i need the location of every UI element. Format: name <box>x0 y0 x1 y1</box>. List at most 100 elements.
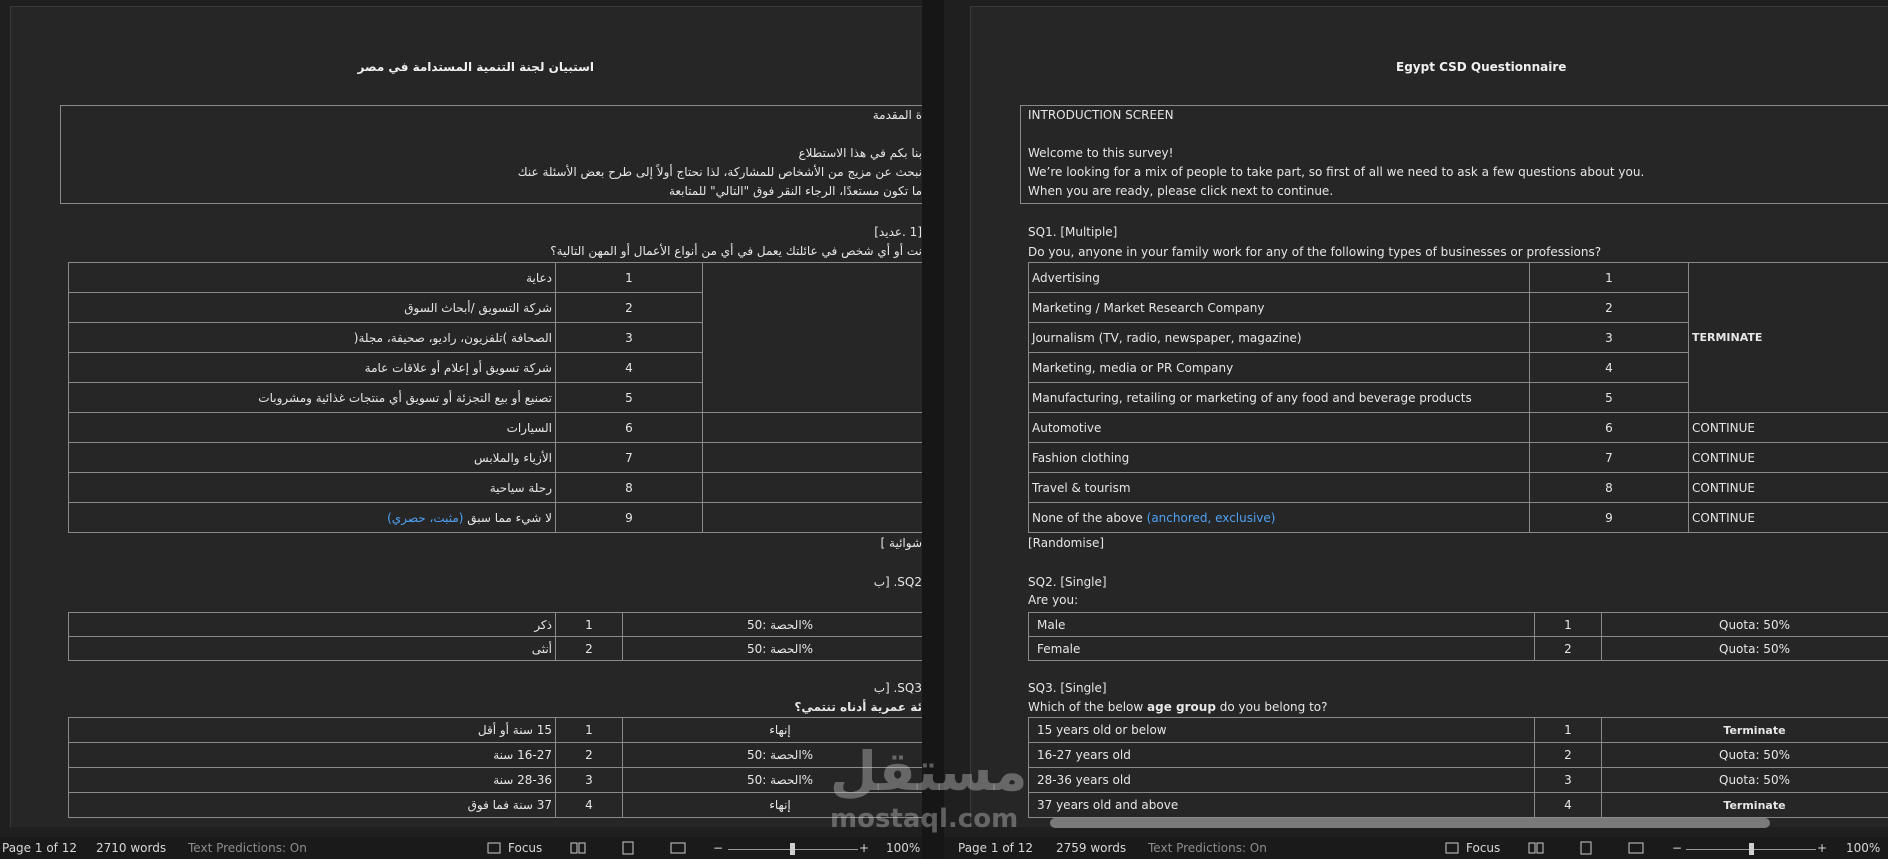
intro-line: When you are ready, please click next to… <box>1028 184 1334 198</box>
option-label: 15 سنة أو أقل <box>68 717 556 743</box>
option-label: دعاية <box>68 262 556 293</box>
outcome-cell: Terminate <box>1601 717 1888 743</box>
option-label: Fashion clothing <box>1028 442 1530 473</box>
option-code: 4 <box>1529 352 1689 383</box>
pane-divider[interactable] <box>922 0 944 859</box>
option-code: 3 <box>1534 767 1602 793</box>
outcome-cell: إنهاء <box>622 717 922 743</box>
focus-icon[interactable] <box>486 841 502 855</box>
merged-cell <box>702 262 922 413</box>
question-text: ئة عمرية أدناه تنتمي؟ <box>794 700 922 714</box>
option-label: Automotive <box>1028 412 1530 443</box>
option-code: 8 <box>555 472 703 503</box>
option-code: 7 <box>555 442 703 473</box>
question-head: [1 .عديد] <box>874 225 922 239</box>
read-mode-icon[interactable] <box>570 841 586 855</box>
option-code: 2 <box>1534 636 1602 661</box>
zoom-out-button[interactable]: − <box>1672 841 1682 855</box>
option-label: Female <box>1028 636 1535 661</box>
document-title: Egypt CSD Questionnaire <box>1396 60 1567 74</box>
option-note: (مثبت، حصري) <box>387 510 464 525</box>
option-label-text: لا شيء مما سبق <box>467 510 552 525</box>
right-document-pane[interactable]: Egypt CSD Questionnaire INTRODUCTION SCR… <box>944 0 1888 859</box>
zoom-level[interactable]: 100% <box>1846 841 1880 855</box>
status-bar: Page 1 of 12 2759 words Text Predictions… <box>944 837 1888 859</box>
option-label: Male <box>1028 612 1535 637</box>
intro-line: ة المقدمة <box>872 108 922 122</box>
question-head: SQ3. [ب <box>873 681 922 695</box>
option-label: السيارات <box>68 412 556 443</box>
question-text: Are you: <box>1028 593 1079 607</box>
option-code: 7 <box>1529 442 1689 473</box>
option-code: 3 <box>555 767 623 793</box>
zoom-in-button[interactable]: + <box>1817 841 1827 855</box>
question-text: Which of the below age group do you belo… <box>1028 700 1328 714</box>
option-code: 9 <box>1529 502 1689 533</box>
option-code: 1 <box>1529 262 1689 293</box>
intro-line: بنا بكم في هذا الاستطلاع <box>798 146 922 160</box>
page-count[interactable]: Page 1 of 12 <box>958 841 1033 855</box>
option-label-text: None of the above <box>1032 510 1143 525</box>
focus-button[interactable]: Focus <box>508 841 542 855</box>
word-count[interactable]: 2759 words <box>1056 841 1126 855</box>
sq2-table: Male 1 Quota: 50% Female 2 Quota: 50% <box>1028 612 1888 661</box>
web-layout-icon[interactable] <box>670 841 686 855</box>
focus-icon[interactable] <box>1444 841 1460 855</box>
option-label: الأزياء والملابس <box>68 442 556 473</box>
option-code: 1 <box>1534 717 1602 743</box>
quota-cell: Quota: 50% <box>1601 636 1888 661</box>
randomise-note: [Randomise] <box>1028 536 1105 550</box>
quota-cell: 50: الحصة% <box>622 612 922 637</box>
option-label: 15 years old or below <box>1028 717 1535 743</box>
sq3-table: 15 years old or below 1 Terminate 16-27 ye… <box>1028 717 1888 818</box>
terminate-cell: TERMINATE <box>1688 262 1888 413</box>
option-code: 2 <box>555 636 623 661</box>
option-label: لا شيء مما سبق (مثبت، حصري) <box>68 502 556 533</box>
word-count[interactable]: 2710 words <box>96 841 166 855</box>
print-layout-icon[interactable] <box>620 841 636 855</box>
page-count[interactable]: Page 1 of 12 <box>2 841 77 855</box>
outcome-cell <box>702 442 922 473</box>
zoom-in-button[interactable]: + <box>859 841 869 855</box>
status-bar: Page 1 of 12 2710 words Text Predictions… <box>0 837 922 859</box>
zoom-out-button[interactable]: − <box>713 841 723 855</box>
sq3-table: 15 سنة أو أقل 1 إنهاء 16-27 سنة 2 50: الحصة%… <box>68 717 922 818</box>
zoom-slider-thumb[interactable] <box>790 843 795 855</box>
text-predictions[interactable]: Text Predictions: On <box>188 841 307 855</box>
option-code: 4 <box>555 352 703 383</box>
option-code: 2 <box>1534 742 1602 768</box>
option-code: 3 <box>555 322 703 353</box>
read-mode-icon[interactable] <box>1528 841 1544 855</box>
horizontal-scrollbar[interactable] <box>1050 818 1770 828</box>
zoom-slider-thumb[interactable] <box>1749 843 1754 855</box>
sq1-table: دعاية 1 شركة التسويق /أبحاث السوق 2 الصحاف… <box>68 262 922 533</box>
option-label: Journalism (TV, radio, newspaper, magazi… <box>1028 322 1530 353</box>
option-code: 1 <box>1534 612 1602 637</box>
text-predictions[interactable]: Text Predictions: On <box>1148 841 1267 855</box>
web-layout-icon[interactable] <box>1628 841 1644 855</box>
outcome-cell: CONTINUE <box>1688 412 1888 443</box>
left-document-pane[interactable]: استبيان لجنة التنمية المستدامة في مصر ة … <box>0 0 922 859</box>
outcome-cell: Quota: 50% <box>1601 767 1888 793</box>
option-label: 16-27 سنة <box>68 742 556 768</box>
question-head: SQ2. [ب <box>873 575 922 589</box>
option-code: 4 <box>555 792 623 818</box>
watermark-logo: مستقل <box>830 740 1028 803</box>
focus-button[interactable]: Focus <box>1466 841 1500 855</box>
question-head: SQ3. [Single] <box>1028 681 1107 695</box>
option-label: تصنيع أو بيع التجزئة أو تسويق أي منتجات … <box>68 382 556 413</box>
option-code: 1 <box>555 717 623 743</box>
question-head: SQ1. [Multiple] <box>1028 225 1118 239</box>
zoom-level[interactable]: 100% <box>886 841 920 855</box>
option-label: 37 years old and above <box>1028 792 1535 818</box>
option-label: رحلة سياحية <box>68 472 556 503</box>
option-label: Marketing / Market Research Company <box>1028 292 1530 323</box>
option-label: شركة التسويق /أبحاث السوق <box>68 292 556 323</box>
quota-cell: Quota: 50% <box>1601 612 1888 637</box>
option-code: 2 <box>1529 292 1689 323</box>
print-layout-icon[interactable] <box>1578 841 1594 855</box>
sq2-table: ذكر 1 50: الحصة% أنثى 2 50: الحصة% <box>68 612 922 661</box>
question-text: Do you, anyone in your family work for a… <box>1028 245 1602 259</box>
outcome-cell <box>702 472 922 503</box>
outcome-cell: Quota: 50% <box>1601 742 1888 768</box>
